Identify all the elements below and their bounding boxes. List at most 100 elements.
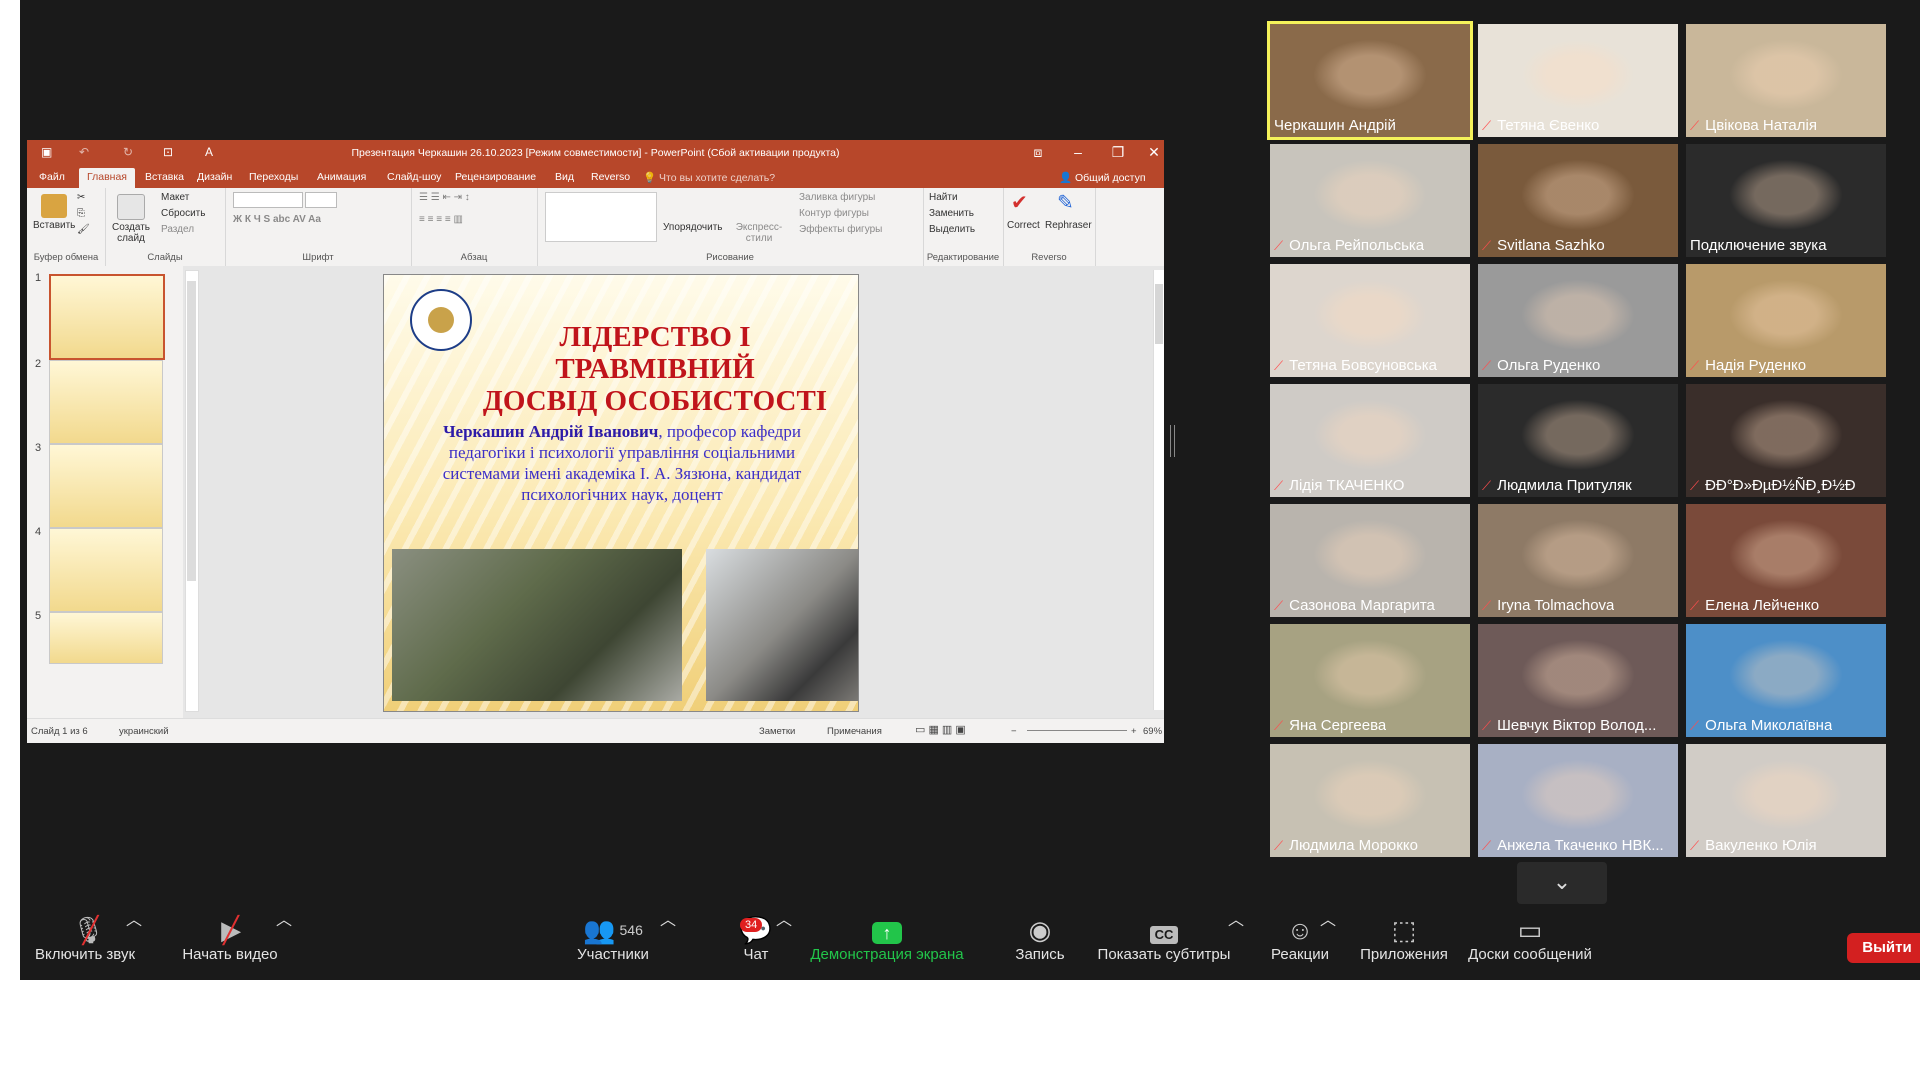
tab-reverso[interactable]: Reverso: [591, 171, 630, 183]
participants-caret[interactable]: ︿: [660, 906, 676, 930]
tab-insert[interactable]: Вставка: [145, 171, 184, 183]
whiteboards-button[interactable]: ▭ Доски сообщений: [1462, 906, 1598, 980]
participant-name-label: ⟋ Сазонова Маргарита: [1274, 597, 1435, 614]
audio-options-caret[interactable]: ︿: [126, 906, 142, 930]
shape-outline-button[interactable]: Контур фигуры: [799, 208, 869, 219]
current-slide[interactable]: ЛІДЕРСТВО І ТРАВМІВНИЙ ДОСВІД ОСОБИСТОСТ…: [383, 274, 859, 712]
thumbnails-scrollbar[interactable]: [185, 270, 199, 712]
tab-home[interactable]: Главная: [79, 168, 135, 189]
participant-tile[interactable]: ⟋ Елена Лейченко: [1686, 504, 1886, 617]
align-buttons[interactable]: ≡ ≡ ≡ ≡ ▥: [419, 214, 463, 225]
layout-button[interactable]: Макет: [161, 192, 189, 203]
tell-me-search[interactable]: 💡 Что вы хотите сделать?: [643, 171, 775, 184]
zoom-out-icon[interactable]: −: [1011, 726, 1017, 737]
shapes-gallery[interactable]: [545, 192, 657, 242]
participant-tile[interactable]: ⟋ Цвікова Наталія: [1686, 24, 1886, 137]
scrollbar-thumb[interactable]: [187, 281, 196, 581]
font-style-buttons[interactable]: Ж К Ч S abc AV Aa: [233, 214, 321, 225]
paste-button[interactable]: Вставить: [33, 220, 75, 231]
apps-button[interactable]: ⬚ Приложения: [1354, 906, 1454, 980]
notes-button[interactable]: Заметки: [759, 726, 795, 737]
participant-tile[interactable]: ⟋ Тетяна Бовсуновська: [1270, 264, 1470, 377]
participant-tile[interactable]: ⟋ Ольга Руденко: [1478, 264, 1678, 377]
zoom-in-icon[interactable]: +: [1131, 726, 1137, 737]
participants-button[interactable]: 👥 546 Участники: [558, 906, 668, 980]
participant-tile[interactable]: ⟋ Ольга Рейпольська: [1270, 144, 1470, 257]
participant-tile[interactable]: ⟋ Людмила Морокко: [1270, 744, 1470, 857]
share-button[interactable]: 👤 Общий доступ: [1059, 171, 1146, 184]
video-options-caret[interactable]: ︿: [276, 906, 292, 930]
participant-tile[interactable]: ⟋ Svitlana Sazhko: [1478, 144, 1678, 257]
split-view-handle[interactable]: [1170, 425, 1175, 457]
new-slide-button[interactable]: Создать слайд: [107, 222, 155, 244]
minimize-icon[interactable]: –: [1063, 144, 1093, 160]
participant-tile[interactable]: ⟋ ÐÐ°Ð»ÐµÐ½ÑÐ¸Ð½Ð: [1686, 384, 1886, 497]
slide-scrollbar[interactable]: [1153, 270, 1164, 710]
participant-tile[interactable]: Подключение звука: [1686, 144, 1886, 257]
tab-transitions[interactable]: Переходы: [249, 171, 298, 183]
view-buttons[interactable]: ▭ ▦ ▥ ▣: [915, 723, 966, 736]
list-buttons[interactable]: ☰ ☰ ⇤ ⇥ ↕: [419, 192, 470, 203]
chat-caret[interactable]: ︿: [776, 906, 792, 930]
participant-tile[interactable]: ⟋ Надія Руденко: [1686, 264, 1886, 377]
zoom-slider[interactable]: [1027, 730, 1127, 731]
participant-name-label: ⟋ Ольга Рейпольська: [1274, 237, 1424, 254]
slide-thumbnail-4[interactable]: [49, 528, 163, 612]
participant-tile[interactable]: ⟋ Вакуленко Юлія: [1686, 744, 1886, 857]
reset-button[interactable]: Сбросить: [161, 208, 205, 219]
unmute-button[interactable]: 🎙╱ Включить звук: [30, 906, 140, 980]
comments-button[interactable]: Примечания: [827, 726, 882, 737]
slide-thumbnail-3[interactable]: [49, 444, 163, 528]
captions-caret[interactable]: ︿: [1228, 906, 1244, 930]
close-icon[interactable]: ✕: [1139, 144, 1169, 161]
cut-icon[interactable]: ✂: [77, 192, 85, 203]
restore-icon[interactable]: ❐: [1103, 144, 1133, 161]
participant-tile[interactable]: ⟋ Ольга Миколаївна: [1686, 624, 1886, 737]
replace-button[interactable]: Заменить: [929, 208, 974, 219]
tab-file[interactable]: Файл: [39, 171, 65, 183]
participant-tile[interactable]: ⟋ Людмила Притуляк: [1478, 384, 1678, 497]
ribbon-display-icon[interactable]: ⧈: [1023, 144, 1053, 161]
tab-review[interactable]: Рецензирование: [455, 171, 536, 183]
share-screen-button[interactable]: ↑ Демонстрация экрана: [802, 906, 972, 980]
start-video-button[interactable]: ▶╱ Начать видео: [168, 906, 292, 980]
copy-icon[interactable]: ⎘: [77, 208, 85, 219]
powerpoint-title: Презентация Черкашин 26.10.2023 [Режим с…: [351, 147, 840, 159]
find-button[interactable]: Найти: [929, 192, 958, 203]
slide-thumbnail-1[interactable]: [49, 274, 165, 360]
participant-tile[interactable]: ⟋ Тетяна Євенко: [1478, 24, 1678, 137]
correct-button[interactable]: Correct: [1007, 220, 1040, 231]
participant-tile[interactable]: ⟋ Лідія ТКАЧЕНКО: [1270, 384, 1470, 497]
record-button[interactable]: ◉ Запись: [1000, 906, 1080, 980]
gallery-next-page-button[interactable]: ⌄: [1517, 862, 1607, 904]
shape-fill-button[interactable]: Заливка фигуры: [799, 192, 875, 203]
participant-tile[interactable]: Черкашин Андрій: [1267, 21, 1473, 140]
tab-animations[interactable]: Анимация: [317, 171, 366, 183]
participant-name: Шевчук Віктор Волод...: [1497, 717, 1657, 734]
zoom-level[interactable]: 69%: [1143, 726, 1162, 737]
font-size-field[interactable]: [305, 192, 337, 208]
format-painter-icon[interactable]: 🖌: [77, 224, 90, 235]
font-name-field[interactable]: [233, 192, 303, 208]
tab-view[interactable]: Вид: [555, 171, 574, 183]
tab-design[interactable]: Дизайн: [197, 171, 232, 183]
participant-tile[interactable]: ⟋ Анжела Ткаченко НВК...: [1478, 744, 1678, 857]
slide-scrollbar-thumb[interactable]: [1155, 284, 1163, 344]
participant-tile[interactable]: ⟋ Сазонова Маргарита: [1270, 504, 1470, 617]
quick-styles-button[interactable]: Экспресс-стили: [735, 222, 783, 244]
reactions-caret[interactable]: ︿: [1320, 906, 1336, 930]
slide-thumbnail-2[interactable]: [49, 360, 163, 444]
language-indicator[interactable]: украинский: [119, 726, 169, 737]
tab-slideshow[interactable]: Слайд-шоу: [387, 171, 441, 183]
select-button[interactable]: Выделить: [929, 224, 975, 235]
participant-tile[interactable]: ⟋ Яна Сергеева: [1270, 624, 1470, 737]
leave-meeting-button[interactable]: Выйти: [1847, 933, 1920, 963]
captions-button[interactable]: CC Показать субтитры: [1082, 906, 1246, 980]
participant-tile[interactable]: ⟋ Iryna Tolmachova: [1478, 504, 1678, 617]
slide-thumbnail-5[interactable]: [49, 612, 163, 664]
rephraser-button[interactable]: Rephraser: [1045, 220, 1092, 231]
participant-tile[interactable]: ⟋ Шевчук Віктор Волод...: [1478, 624, 1678, 737]
section-button[interactable]: Раздел: [161, 224, 194, 235]
shape-effects-button[interactable]: Эффекты фигуры: [799, 224, 882, 235]
arrange-button[interactable]: Упорядочить: [663, 222, 723, 233]
